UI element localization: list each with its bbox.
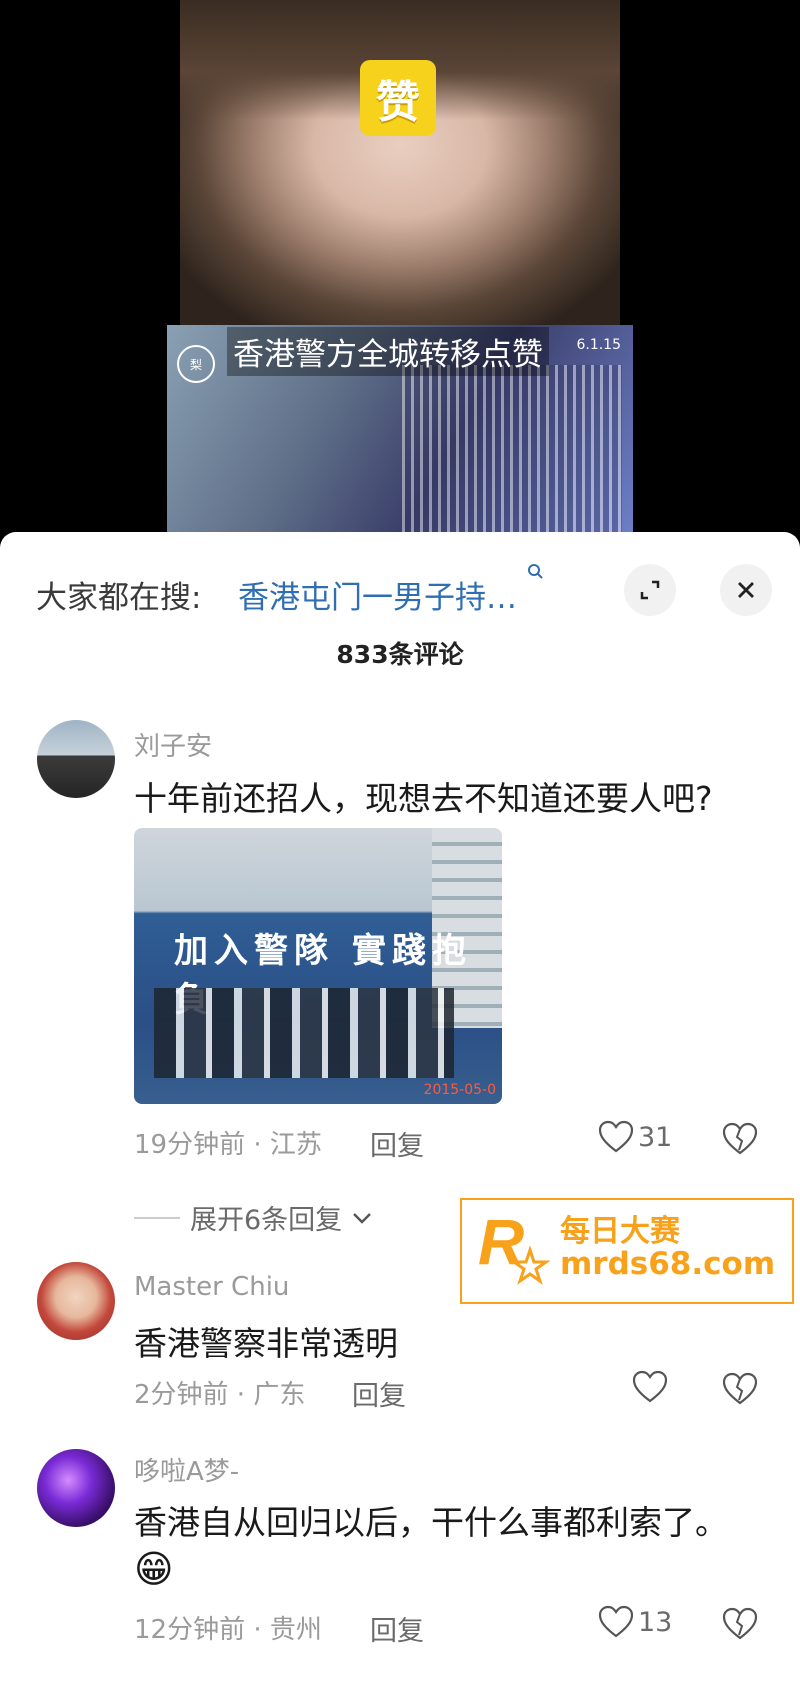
watermark-url: mrds68.com: [560, 1246, 776, 1282]
avatar[interactable]: [37, 1449, 115, 1527]
video-inset: 梨 香港警方全城转移点赞 6.1.15: [167, 325, 633, 540]
reply-button[interactable]: 回复: [352, 1374, 406, 1413]
grin-emoji-icon: 😁: [134, 1547, 174, 1591]
like-button[interactable]: [632, 1370, 672, 1404]
expand-replies-label: 展开6条回复: [190, 1205, 343, 1236]
watermark-name: 每日大赛: [560, 1214, 680, 1249]
watermark-logo-icon: R: [478, 1206, 550, 1285]
search-suggestion-link[interactable]: 香港屯门一男子持…: [238, 572, 517, 617]
close-button[interactable]: [720, 564, 772, 616]
image-figures: [154, 988, 454, 1078]
video-date: 6.1.15: [576, 337, 621, 353]
broken-heart-icon: [722, 1607, 758, 1640]
like-sticker: 赞: [360, 60, 436, 136]
comment-meta: 12分钟前 · 贵州: [134, 1615, 322, 1645]
expand-replies[interactable]: 展开6条回复: [134, 1198, 372, 1237]
comment-meta: 19分钟前 · 江苏: [134, 1130, 322, 1160]
divider: [134, 1216, 180, 1219]
comment-text: 香港自从回归以后，干什么事都利索了。: [134, 1503, 728, 1542]
like-button[interactable]: 31: [598, 1120, 672, 1154]
image-date-stamp: 2015-05-0: [423, 1082, 496, 1098]
reply-button[interactable]: 回复: [370, 1124, 424, 1163]
reply-button[interactable]: 回复: [370, 1609, 424, 1648]
video-caption: 香港警方全城转移点赞: [227, 327, 549, 376]
video-logo-icon: 梨: [177, 345, 215, 383]
expand-button[interactable]: [624, 564, 676, 616]
search-prefix: 大家都在搜:: [36, 580, 202, 616]
expand-icon: [640, 580, 660, 600]
heart-icon: [598, 1605, 634, 1638]
comment-count: 833条评论: [336, 640, 464, 669]
close-icon: [738, 582, 754, 598]
svg-text:R: R: [478, 1206, 524, 1278]
chevron-down-icon: [353, 1212, 372, 1224]
heart-icon: [632, 1370, 668, 1403]
inset-stripes: [402, 365, 622, 540]
search-suggestion-row[interactable]: 大家都在搜: 香港屯门一男子持…: [36, 562, 776, 622]
dislike-button[interactable]: [722, 1372, 758, 1410]
comment-username[interactable]: Master Chiu: [134, 1272, 289, 1302]
like-count: 31: [638, 1121, 673, 1153]
video-player[interactable]: 赞 梨 香港警方全城转移点赞 6.1.15: [0, 0, 800, 540]
avatar[interactable]: [37, 1262, 115, 1340]
comment-username[interactable]: 刘子安: [134, 726, 212, 763]
broken-heart-icon: [722, 1372, 758, 1405]
watermark-banner: R 每日大赛 mrds68.com: [460, 1198, 794, 1304]
next-comment-peek: [0, 1682, 800, 1695]
comment-sheet: 大家都在搜: 香港屯门一男子持… 833条评论 刘子安 十年前还招人，现想去不知…: [0, 532, 800, 1695]
avatar[interactable]: [37, 720, 115, 798]
dislike-button[interactable]: [722, 1607, 758, 1645]
heart-icon: [598, 1120, 634, 1153]
dislike-button[interactable]: [722, 1122, 758, 1160]
broken-heart-icon: [722, 1122, 758, 1155]
comment-username[interactable]: 哆啦A梦-: [134, 1451, 239, 1488]
comment-text: 香港警察非常透明: [134, 1324, 398, 1363]
image-banner-text: 加入警隊 實踐抱負: [174, 931, 472, 1020]
comment-text: 十年前还招人，现想去不知道还要人吧?: [134, 779, 713, 818]
comment-meta: 2分钟前 · 广东: [134, 1380, 306, 1410]
video-frame: [180, 0, 620, 325]
like-count: 13: [638, 1606, 673, 1638]
like-button[interactable]: 13: [598, 1605, 672, 1639]
comment-image[interactable]: 加入警隊 實踐抱負 2015-05-0: [134, 828, 502, 1104]
search-icon: [526, 562, 546, 587]
